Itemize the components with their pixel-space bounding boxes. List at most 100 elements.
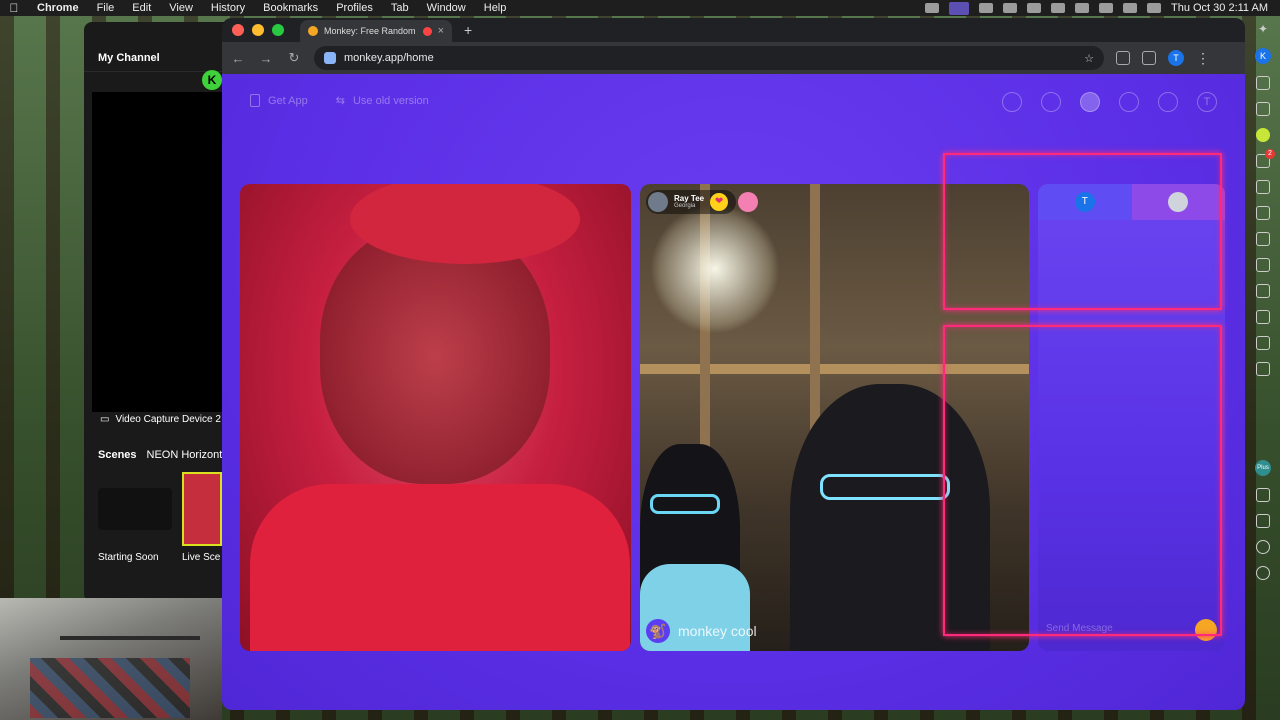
friends-icon[interactable] [1080, 92, 1100, 112]
browser-tab[interactable]: Monkey: Free Random Vid × [300, 20, 452, 42]
zoom-window-button[interactable] [272, 24, 284, 36]
camera-app-icon[interactable] [1256, 180, 1270, 194]
site-info-icon[interactable] [324, 52, 336, 64]
heart-badge-icon[interactable]: ❤ [710, 193, 729, 211]
chrome-new-tab-icon[interactable]: ✦ [1258, 22, 1268, 36]
remote-user-avatar [648, 192, 668, 212]
status-icon[interactable] [1050, 3, 1065, 13]
chat-tab-remote-avatar [1168, 192, 1189, 212]
trash-icon[interactable] [1256, 362, 1270, 376]
dock-app-icon[interactable] [1256, 258, 1270, 272]
volume-icon[interactable] [1026, 3, 1041, 13]
menu-tab[interactable]: Tab [382, 2, 418, 14]
dock-app-icon[interactable] [1256, 488, 1270, 502]
music-app-icon[interactable] [1256, 336, 1270, 350]
reload-icon[interactable]: ↻ [286, 50, 302, 66]
webcam-overlay [0, 598, 222, 720]
browser-toolbar: ← → ↻ monkey.app/home ☆ T ⋮ [222, 42, 1245, 74]
back-icon[interactable]: ← [230, 51, 246, 66]
side-panel-icon[interactable] [1142, 51, 1156, 65]
notification-count: 2 [1265, 149, 1275, 159]
scene-thumb-starting-soon[interactable] [98, 488, 172, 530]
extensions-icon[interactable] [1116, 51, 1130, 65]
camera-icon: ▭ [100, 414, 110, 425]
dock-app-icon[interactable] [1256, 514, 1270, 528]
settings-gear-icon[interactable] [1256, 566, 1270, 580]
kick-logo-icon[interactable]: K [202, 70, 222, 90]
dock-app-icon[interactable] [1256, 232, 1270, 246]
scene-collection-select[interactable]: NEON Horizontal [147, 449, 231, 461]
menu-file[interactable]: File [88, 2, 124, 14]
close-window-button[interactable] [232, 24, 244, 36]
window-controls [232, 24, 284, 36]
menu-help[interactable]: Help [475, 2, 516, 14]
wifi-icon[interactable] [1098, 3, 1113, 13]
menu-bookmarks[interactable]: Bookmarks [254, 2, 327, 14]
chat-message-input[interactable]: Send Message [1046, 617, 1216, 639]
menubar-clock[interactable]: Thu Oct 30 2:11 AM [1171, 2, 1268, 14]
apple-icon[interactable]:  [0, 1, 28, 15]
recording-indicator-icon [422, 26, 432, 36]
forward-icon[interactable]: → [258, 51, 274, 66]
dock-app-icon[interactable] [1256, 284, 1270, 298]
menu-profiles[interactable]: Profiles [327, 2, 382, 14]
scene-label-starting-soon: Starting Soon [98, 552, 159, 563]
gift-badge-icon[interactable] [738, 192, 758, 212]
status-icon[interactable] [924, 3, 939, 13]
status-icon[interactable] [978, 3, 993, 13]
address-bar[interactable]: monkey.app/home ☆ [314, 46, 1104, 70]
close-tab-icon[interactable]: × [438, 25, 444, 37]
menu-history[interactable]: History [202, 2, 254, 14]
search-icon[interactable] [1122, 3, 1137, 13]
menu-app-name[interactable]: Chrome [28, 2, 88, 14]
plus-badge[interactable]: Plus [1255, 460, 1271, 476]
use-old-version-label: Use old version [352, 94, 429, 107]
new-tab-button[interactable]: + [464, 22, 472, 38]
chat-app-icon[interactable] [1256, 128, 1270, 142]
page-topbar: Get App ⇆ Use old version [250, 94, 429, 107]
local-video-subject [320, 224, 550, 484]
dock-app-icon[interactable] [1256, 76, 1270, 90]
webcam-scene [30, 658, 190, 718]
profile-avatar[interactable]: T [1168, 50, 1184, 66]
battery-icon[interactable] [1074, 3, 1089, 13]
menu-edit[interactable]: Edit [123, 2, 160, 14]
history-icon[interactable] [1119, 92, 1139, 112]
screen-record-icon[interactable] [948, 1, 969, 15]
chrome-menu-icon[interactable]: ⋮ [1196, 50, 1210, 67]
emoji-button-icon[interactable] [1195, 619, 1217, 641]
store-icon[interactable] [1002, 92, 1022, 112]
user-avatar[interactable]: T [1197, 92, 1217, 112]
chat-tab-self[interactable]: T [1038, 184, 1132, 220]
remote-subject-left-glasses [650, 494, 720, 514]
remote-user-pill[interactable]: Ray Tee Georgia ❤ [646, 190, 737, 214]
dock-app-icon[interactable] [1256, 206, 1270, 220]
tab-strip: Monkey: Free Random Vid × + [222, 18, 1245, 42]
url-text[interactable]: monkey.app/home [344, 52, 434, 64]
chat-tab-avatar: T [1074, 192, 1095, 212]
chat-placeholder: Send Message [1046, 622, 1113, 634]
remote-user-location: Georgia [674, 203, 696, 209]
scene-thumb-live[interactable] [182, 472, 222, 546]
menu-window[interactable]: Window [418, 2, 475, 14]
menu-view[interactable]: View [160, 2, 202, 14]
dock-app-icon[interactable] [1256, 102, 1270, 116]
dock-app-icon[interactable] [1256, 310, 1270, 324]
get-app-button[interactable]: Get App [250, 94, 308, 107]
help-icon[interactable] [1256, 540, 1270, 554]
remote-video-feed: Ray Tee Georgia ❤ 🐒 monkey cool [640, 184, 1029, 651]
dock-profile-avatar[interactable]: K [1255, 48, 1271, 64]
video-capture-source[interactable]: ▭ Video Capture Device 2 [100, 414, 221, 425]
chat-tab-remote[interactable] [1131, 184, 1225, 220]
messages-icon[interactable] [1158, 92, 1178, 112]
status-icon[interactable] [1002, 3, 1017, 13]
remote-user-info: Ray Tee Georgia [674, 195, 704, 210]
minimize-window-button[interactable] [252, 24, 264, 36]
notification-bell-icon[interactable]: 2 [1256, 149, 1275, 168]
bookmark-star-icon[interactable]: ☆ [1084, 52, 1094, 65]
scenes-header: Scenes NEON Horizontal [98, 449, 231, 461]
search-icon[interactable] [1041, 92, 1061, 112]
scenes-label: Scenes [98, 449, 137, 461]
use-old-version-button[interactable]: ⇆ Use old version [336, 94, 429, 108]
control-center-icon[interactable] [1146, 3, 1161, 13]
